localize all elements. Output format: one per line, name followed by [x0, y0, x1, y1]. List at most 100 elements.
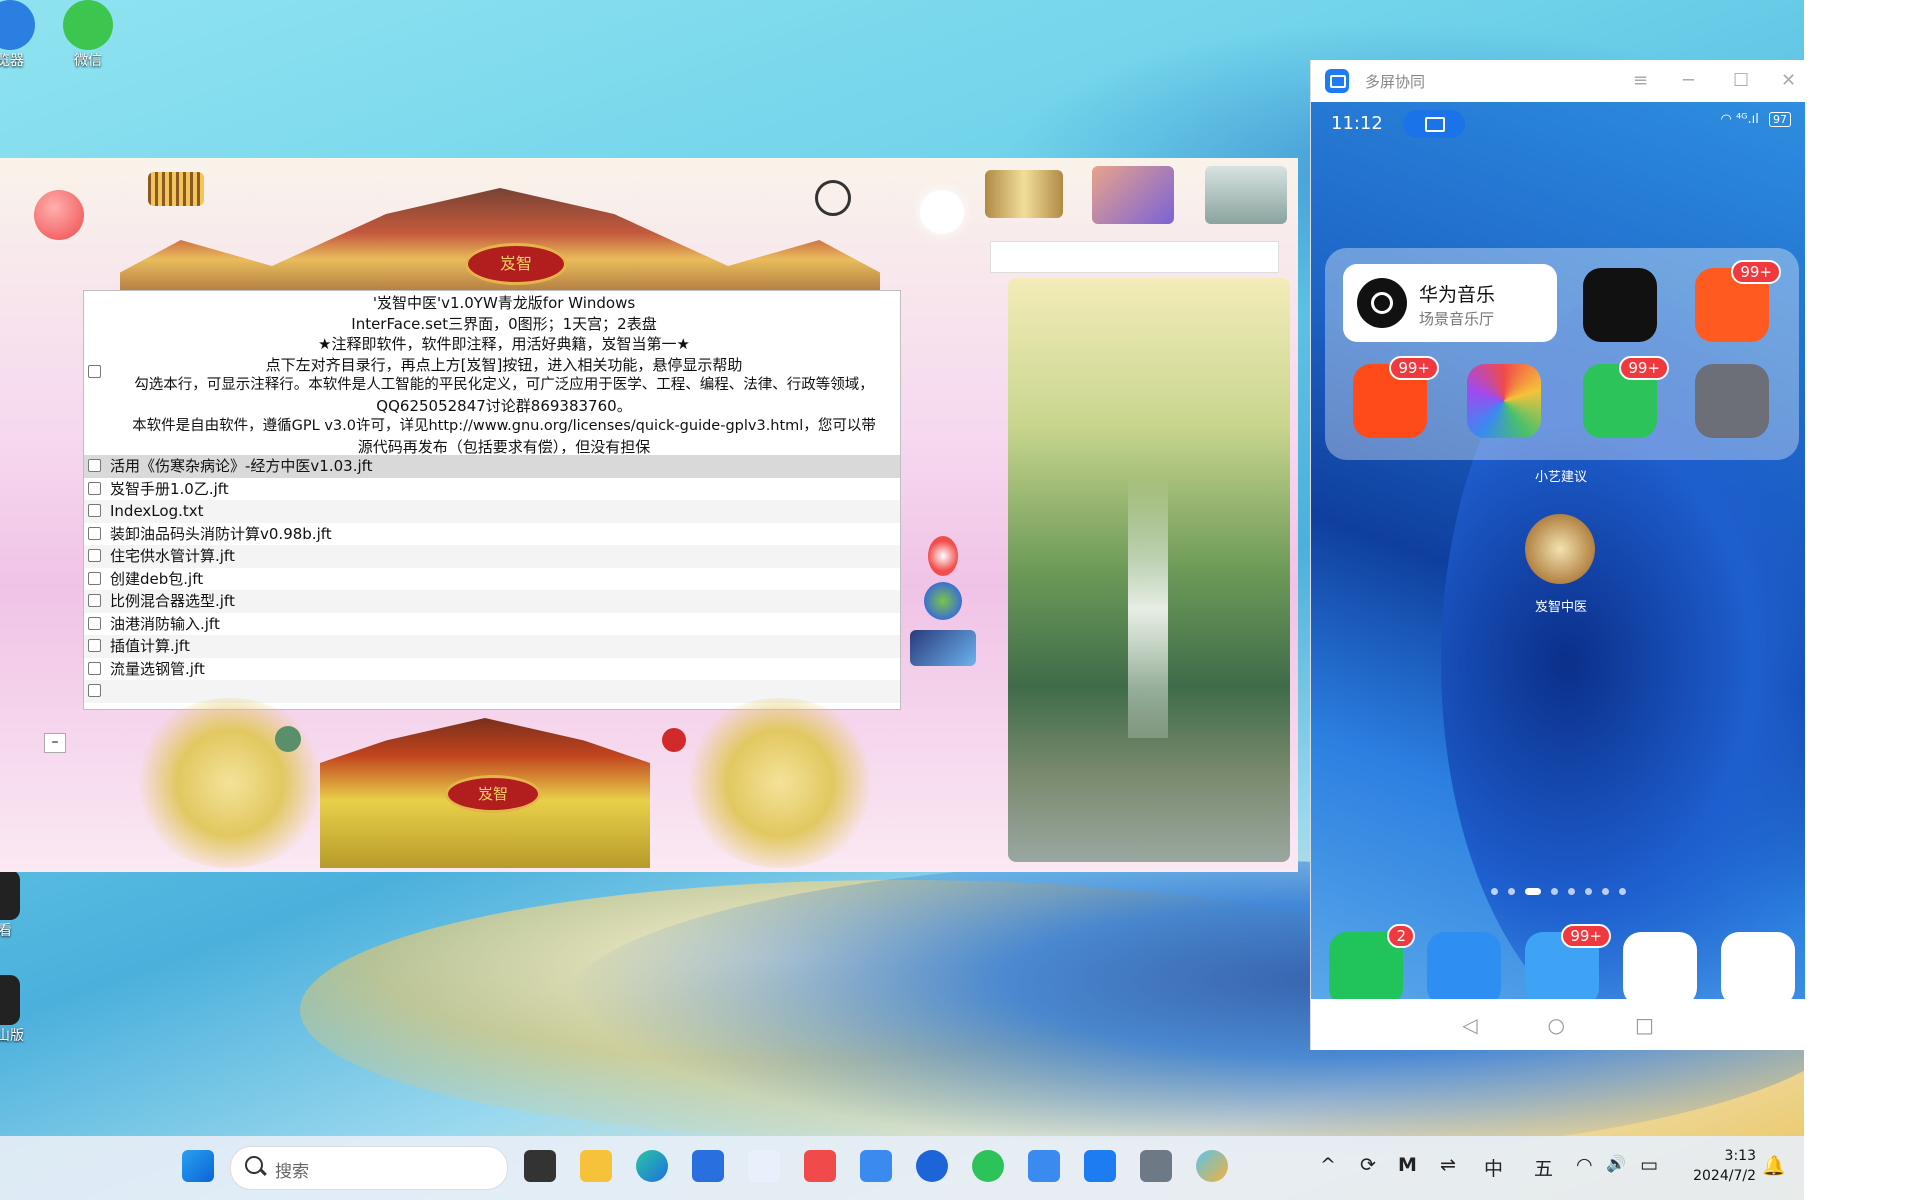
abacus-button[interactable]: [148, 172, 204, 206]
file-checkbox[interactable]: [88, 504, 101, 517]
yin-yang-button[interactable]: [928, 536, 958, 576]
contacts-icon[interactable]: [1028, 1150, 1060, 1182]
wechat-icon: [63, 0, 113, 50]
clock[interactable]: 3:13 2024/7/2: [1676, 1146, 1756, 1186]
file-name: 创建deb包.jft: [110, 569, 204, 588]
file-checkbox[interactable]: [88, 684, 101, 697]
jizhi-button-bottom[interactable]: 岌智: [445, 775, 541, 813]
gallery-app[interactable]: [1467, 364, 1541, 438]
file-checkbox[interactable]: [88, 594, 101, 607]
wifi-icon[interactable]: ◠: [1576, 1154, 1593, 1176]
store-icon[interactable]: [692, 1150, 724, 1182]
show-hidden-icons[interactable]: ^: [1320, 1154, 1336, 1176]
settings-app[interactable]: [1695, 364, 1769, 438]
file-checkbox[interactable]: [88, 526, 101, 540]
notification-icon[interactable]: 🔔: [1762, 1154, 1786, 1177]
moon-button[interactable]: [920, 190, 964, 234]
file-row[interactable]: 岌智手册1.0乙.jft: [84, 478, 900, 501]
browser-icon[interactable]: [916, 1150, 948, 1182]
file-explorer-icon[interactable]: [580, 1150, 612, 1182]
minimize-button[interactable]: ─: [1683, 70, 1694, 91]
command-input[interactable]: [990, 241, 1279, 273]
m-icon[interactable]: M: [1398, 1154, 1417, 1176]
file-checkbox[interactable]: [88, 661, 101, 675]
task-view-icon[interactable]: [524, 1150, 556, 1182]
red-app[interactable]: 99+: [1353, 356, 1439, 438]
battery-icon[interactable]: ▭: [1640, 1154, 1658, 1176]
file-checkbox[interactable]: [88, 481, 101, 495]
file-checkbox[interactable]: [88, 571, 101, 585]
contacts-app[interactable]: [1427, 932, 1501, 999]
info-header[interactable]: '岌智中医'v1.0YW青龙版for Windows InterFace.set…: [84, 291, 900, 456]
desktop-icon-browser[interactable]: 览器: [0, 0, 50, 70]
magnifier-icon[interactable]: [815, 180, 851, 216]
desktop-icon-app[interactable]: 山版: [0, 975, 30, 1045]
ime-mode-icon[interactable]: 中: [1484, 1154, 1503, 1181]
recent-apps-button[interactable]: □: [1635, 1013, 1654, 1037]
file-row[interactable]: 活用《伤寒杂病论》-经方中医v1.03.jft: [84, 455, 900, 478]
cloud-icon[interactable]: [860, 1150, 892, 1182]
gate-button[interactable]: [1205, 166, 1287, 224]
page-dot: [1619, 888, 1626, 895]
desktop-icon-label: 看: [0, 923, 12, 939]
multi-screen-icon[interactable]: [1084, 1150, 1116, 1182]
file-name: 油港消防输入.jft: [110, 614, 220, 633]
camera-app[interactable]: [1721, 932, 1795, 999]
taobao-app[interactable]: 99+: [1695, 260, 1781, 342]
close-button[interactable]: ✕: [1781, 70, 1796, 91]
menu-icon[interactable]: ≡: [1633, 70, 1648, 91]
messages-app[interactable]: 99+: [1525, 924, 1611, 999]
red-sun-button[interactable]: [34, 190, 84, 240]
douyin-app[interactable]: [1583, 268, 1657, 342]
file-checkbox[interactable]: [88, 639, 101, 652]
jizhi-app-icon[interactable]: [1525, 514, 1595, 584]
file-name: 活用《伤寒杂病论》-经方中医v1.03.jft: [110, 457, 373, 475]
browser-app[interactable]: [1623, 932, 1697, 999]
sliders-icon[interactable]: ⇌: [1440, 1154, 1456, 1176]
maximize-button[interactable]: ☐: [1733, 70, 1749, 91]
file-row[interactable]: 住宅供水管计算.jft: [84, 545, 900, 568]
turtle-button[interactable]: [275, 726, 301, 752]
desktop-icon-app[interactable]: 看: [0, 870, 20, 940]
jizhi-button-top[interactable]: 岌智: [465, 243, 567, 285]
file-row[interactable]: 比例混合器选型.jft: [84, 590, 900, 613]
music-card-title: 华为音乐: [1419, 284, 1496, 306]
back-button[interactable]: ◁: [1462, 1013, 1477, 1037]
file-row[interactable]: 油港消防输入.jft: [84, 613, 900, 636]
laptop-button[interactable]: [910, 630, 976, 666]
file-checkbox[interactable]: [88, 459, 101, 472]
file-row[interactable]: 插值计算.jft: [84, 635, 900, 658]
volume-icon[interactable]: 🔊: [1606, 1154, 1626, 1173]
start-icon[interactable]: [182, 1150, 214, 1182]
app-icon[interactable]: [1196, 1150, 1228, 1182]
taskbar-search[interactable]: 搜索: [230, 1146, 508, 1190]
file-row[interactable]: 装卸油品码头消防计算v0.98b.jft: [84, 523, 900, 546]
file-checkbox[interactable]: [88, 549, 101, 562]
phone-dial-app[interactable]: 2: [1329, 924, 1415, 999]
file-row[interactable]: IndexLog.txt: [84, 500, 900, 523]
home-button[interactable]: ○: [1548, 1013, 1565, 1037]
scroll-button[interactable]: [985, 170, 1063, 218]
huawei-music-card[interactable]: 华为音乐 场景音乐厅: [1343, 264, 1557, 342]
collapse-button[interactable]: –: [44, 733, 66, 753]
file-checkbox[interactable]: [88, 616, 101, 630]
window-titlebar[interactable]: 多屏协同: [1311, 60, 1805, 102]
page-indicator[interactable]: [1491, 888, 1626, 895]
wechat-icon[interactable]: [972, 1150, 1004, 1182]
show-comments-checkbox[interactable]: [88, 365, 101, 378]
desktop-icon-wechat[interactable]: 微信: [48, 0, 128, 70]
globe-button[interactable]: [924, 582, 962, 620]
edge-icon[interactable]: [636, 1150, 668, 1182]
crab-button[interactable]: [662, 728, 686, 752]
app-window-icon[interactable]: [1140, 1150, 1172, 1182]
sync-icon[interactable]: ⟳: [1360, 1154, 1376, 1176]
file-row[interactable]: 流量选钢管.jft: [84, 658, 900, 681]
hands-button[interactable]: [1092, 166, 1174, 224]
notes-icon[interactable]: [748, 1150, 780, 1182]
phone-screen[interactable]: 11:12 ◠ ⁴ᴳ.ıl 97 华为音乐 场景音乐厅 99+ 99+ 99+ …: [1311, 102, 1805, 999]
file-row[interactable]: 创建deb包.jft: [84, 568, 900, 591]
search-placeholder: 搜索: [275, 1162, 309, 1182]
wechat-app[interactable]: 99+: [1583, 356, 1669, 438]
ime-wubi-icon[interactable]: 五: [1534, 1154, 1553, 1181]
app-icon[interactable]: [804, 1150, 836, 1182]
